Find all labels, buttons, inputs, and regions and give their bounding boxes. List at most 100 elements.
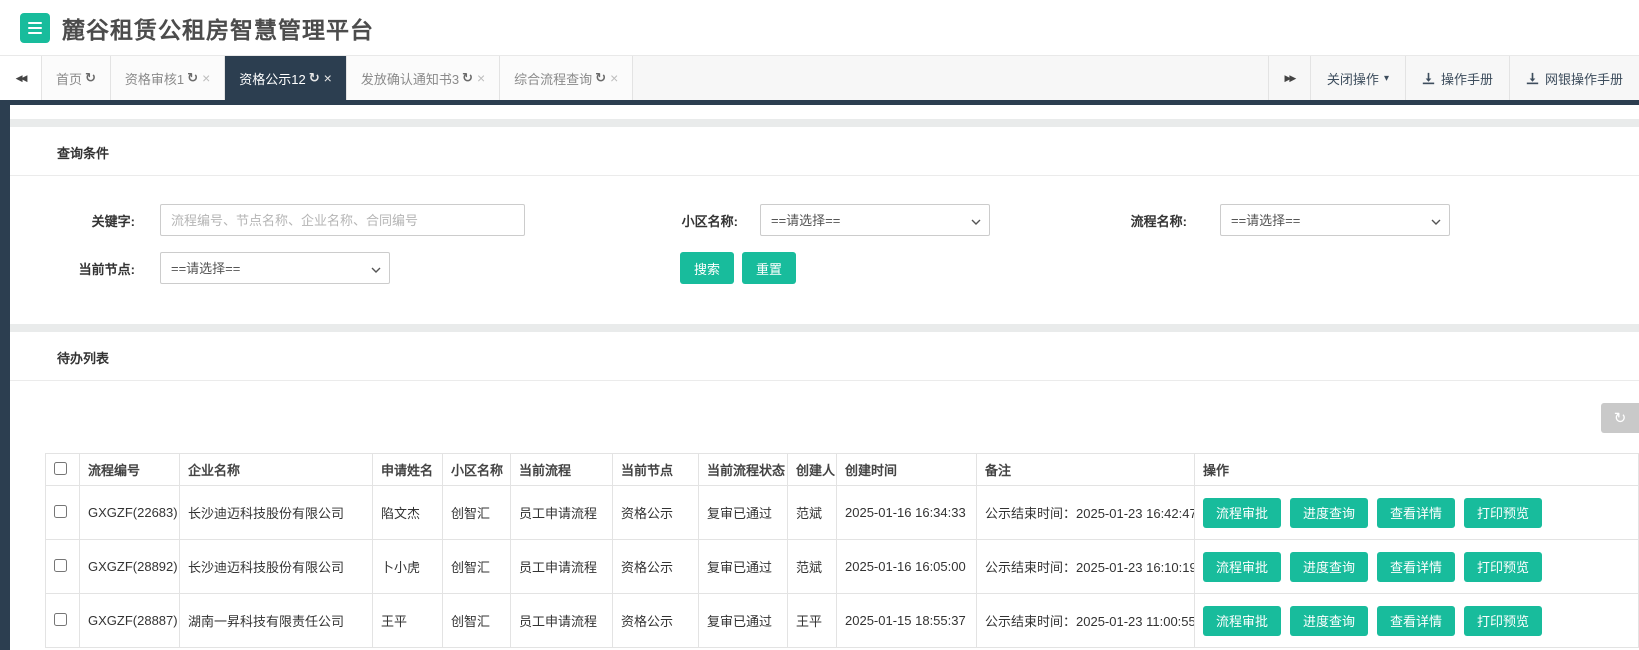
menu-icon[interactable] [20,12,50,43]
column-header: 流程编号 [79,453,180,486]
cell-node: 资格公示 [612,593,699,648]
app-header: 麓谷租赁公租房智慧管理平台 [0,0,1639,55]
manual-download-button[interactable]: 操作手册 [1404,56,1509,100]
left-edge-strip [0,105,10,650]
row-checkbox[interactable] [54,504,67,518]
cell-actions: 流程审批 进度查询 查看详情 打印预览 [1194,593,1639,648]
row-checkbox[interactable] [54,558,67,572]
caret-down-icon: ▾ [1383,72,1389,84]
cell-process-code: GXGZF(22683) [79,485,180,540]
cell-status: 复审已通过 [698,485,788,540]
cell-community: 创智汇 [442,485,511,540]
refresh-icon[interactable]: ↻ [309,70,320,86]
refresh-list-button[interactable]: ↻ [1601,403,1639,433]
column-header: 申请姓名 [372,453,443,486]
refresh-icon[interactable]: ↻ [85,70,96,86]
row-checkbox-cell [45,593,80,648]
cell-status: 复审已通过 [698,593,788,648]
table-header-row: 流程编号 企业名称 申请姓名 小区名称 当前流程 当前节点 当前流程状态 创建人 创建时间 备注操… [45,453,1639,486]
cell-company: 湖南一昇科技有限责任公司 [179,593,373,648]
cell-process: 员工申请流程 [510,593,613,648]
todo-table: 流程编号 企业名称 申请姓名 小区名称 当前流程 当前节点 当前流程状态 创建人 创建时间 备注操… [45,453,1639,648]
row-action-button[interactable]: 查看详情 [1377,605,1456,636]
cell-community: 创智汇 [442,593,511,648]
cell-created-time: 2025-01-15 18:55:37 [836,593,977,648]
close-icon[interactable]: × [477,71,485,85]
query-panel-title: 查询条件 [10,127,1639,176]
cell-applicant: 卜小虎 [372,539,443,594]
download-icon [1422,72,1435,84]
cell-actions: 流程审批 进度查询 查看详情 打印预览 [1194,539,1639,594]
tab-bar: ◀◀ 首页 ↻ 资格审核1 ↻ × 资格公示12 ↻ × 发放确认通知书3 ↻ … [0,55,1639,105]
cell-process: 员工申请流程 [510,539,613,594]
column-header: 小区名称 [442,453,511,486]
close-icon[interactable]: × [202,71,210,85]
row-action-button[interactable]: 查看详情 [1377,497,1456,528]
row-action-button[interactable]: 打印预览 [1464,497,1543,528]
current-node-label: 当前节点: [78,261,135,277]
panel-separator [10,119,1639,127]
tab[interactable]: 发放确认通知书3 ↻ × [346,56,501,100]
row-action-button[interactable]: 进度查询 [1290,551,1369,582]
cell-remark: 公示结束时间：2025-01-23 16:42:47 [976,485,1195,540]
cell-process-code: GXGZF(28892) [79,539,180,594]
tab-label: 资格公示12 [239,71,306,87]
close-operations-label: 关闭操作 [1326,71,1379,87]
row-action-button[interactable]: 打印预览 [1464,551,1543,582]
close-operations-button[interactable]: 关闭操作 ▾ [1309,56,1405,100]
row-action-button[interactable]: 流程审批 [1203,551,1282,582]
row-action-button[interactable]: 流程审批 [1203,497,1282,528]
table-body: GXGZF(22683) 长沙迪迈科技股份有限公司 陷文杰 创智汇 员工申请流程… [45,485,1639,648]
tab[interactable]: 资格公示12 ↻ × [225,56,347,100]
cell-status: 复审已通过 [698,539,788,594]
cell-process: 员工申请流程 [510,485,613,540]
cell-process-code: GXGZF(28887) [79,593,180,648]
refresh-icon[interactable]: ↻ [462,70,473,86]
tab-list: 首页 ↻ 资格审核1 ↻ × 资格公示12 ↻ × 发放确认通知书3 ↻ × 综… [42,56,634,100]
cell-created-time: 2025-01-16 16:05:00 [836,539,977,594]
row-action-button[interactable]: 查看详情 [1377,551,1456,582]
keyword-input[interactable] [160,204,525,236]
tab-scroll-right-icon[interactable]: ▶▶ [1267,56,1310,100]
cell-creator: 范斌 [787,539,837,594]
reset-button[interactable]: 重置 [742,252,797,284]
current-node-select[interactable]: ==请选择== [160,252,390,284]
close-icon[interactable]: × [324,71,332,85]
tab-label: 首页 [56,71,83,87]
select-all-header [45,453,80,486]
column-header: 当前节点 [612,453,699,486]
tab-label: 发放确认通知书3 [360,71,460,87]
search-button[interactable]: 搜索 [680,252,735,284]
column-header: 企业名称 [179,453,373,486]
process-name-select[interactable]: ==请选择== [1220,204,1450,236]
tab[interactable]: 首页 ↻ [42,56,111,100]
select-all-checkbox[interactable] [54,461,67,475]
column-header: 创建人 [787,453,837,486]
row-action-button[interactable]: 进度查询 [1290,497,1369,528]
table-row: GXGZF(22683) 长沙迪迈科技股份有限公司 陷文杰 创智汇 员工申请流程… [45,485,1639,540]
panel-separator [10,324,1639,332]
community-select[interactable]: ==请选择== [760,204,990,236]
column-header: 当前流程 [510,453,613,486]
bank-manual-download-button[interactable]: 网银操作手册 [1508,56,1639,100]
query-panel: 查询条件 关键字: 小区名称: ==请选择== 流程名称: ==请选择= [10,127,1639,324]
refresh-icon[interactable]: ↻ [595,70,606,86]
refresh-icon[interactable]: ↻ [187,70,198,86]
tab-label: 资格审核1 [124,71,185,87]
column-header: 创建时间 [836,453,977,486]
table-row: GXGZF(28892) 长沙迪迈科技股份有限公司 卜小虎 创智汇 员工申请流程… [45,539,1639,594]
todo-panel-title: 待办列表 [10,332,1639,381]
tab-scroll-left-icon[interactable]: ◀◀ [0,56,42,100]
row-checkbox[interactable] [54,612,67,626]
table-row: GXGZF(28887) 湖南一昇科技有限责任公司 王平 创智汇 员工申请流程 … [45,593,1639,648]
cell-creator: 王平 [787,593,837,648]
tab[interactable]: 资格审核1 ↻ × [110,56,226,100]
tab[interactable]: 综合流程查询 ↻ × [500,56,634,100]
close-icon[interactable]: × [610,71,618,85]
process-name-label: 流程名称: [1130,213,1187,229]
row-action-button[interactable]: 流程审批 [1203,605,1282,636]
row-checkbox-cell [45,539,80,594]
row-action-button[interactable]: 打印预览 [1464,605,1543,636]
row-action-button[interactable]: 进度查询 [1290,605,1369,636]
tab-label: 综合流程查询 [514,71,593,87]
